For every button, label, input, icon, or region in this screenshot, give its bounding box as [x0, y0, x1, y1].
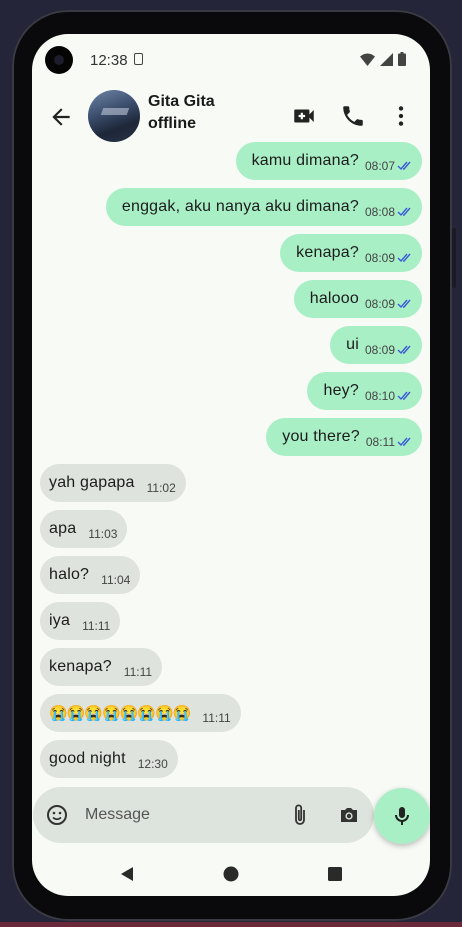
message-text: ui — [346, 336, 359, 353]
message-text: hey? — [323, 382, 359, 399]
status-time: 12:38 — [90, 52, 128, 69]
battery-icon — [398, 52, 406, 66]
read-tick-icon — [397, 345, 411, 355]
message-time: 11:11 — [82, 619, 111, 633]
front-camera — [45, 46, 73, 74]
message-text: apa — [49, 520, 77, 537]
nav-home-icon[interactable] — [223, 866, 239, 882]
message-text: halooo — [309, 290, 359, 307]
status-bar: 12:38 — [32, 34, 430, 86]
read-tick-icon — [397, 391, 411, 401]
read-tick-icon — [397, 161, 411, 171]
message-text: kenapa? — [49, 658, 112, 675]
message-composer[interactable]: Message — [33, 787, 374, 843]
message-time: 08:09 — [364, 297, 395, 311]
screen: 12:38 Gita Gita offline kamu dimana? 08:… — [32, 34, 430, 896]
nav-recents-icon[interactable] — [327, 866, 343, 882]
message-bubble-incoming[interactable]: good night 12:30 — [40, 740, 178, 778]
message-text: good night — [49, 750, 126, 767]
message-time: 11:03 — [88, 527, 118, 541]
message-bubble-incoming[interactable]: halo? 11:04 — [40, 556, 141, 594]
nav-back-icon[interactable] — [119, 866, 135, 882]
message-time: 08:10 — [364, 389, 395, 403]
message-time: 08:07 — [364, 159, 395, 173]
avatar[interactable] — [88, 90, 140, 142]
message-text: iya — [49, 612, 71, 629]
message-text: kenapa? — [296, 244, 359, 261]
message-bubble-incoming[interactable]: apa 11:03 — [40, 510, 128, 548]
chat-header: Gita Gita offline — [32, 88, 430, 146]
phone-icon[interactable] — [340, 103, 366, 129]
bottom-strip — [0, 922, 462, 927]
message-bubble-outgoing[interactable]: kenapa? 08:09 — [280, 234, 422, 272]
wifi-icon — [360, 53, 375, 66]
message-bubble-outgoing[interactable]: kamu dimana? 08:07 — [235, 142, 422, 180]
message-input[interactable]: Message — [85, 806, 150, 824]
camera-icon[interactable] — [337, 803, 361, 827]
message-text: you there? — [282, 428, 360, 445]
message-bubble-incoming[interactable]: iya 11:11 — [40, 602, 121, 640]
message-time: 11:11 — [123, 665, 153, 679]
message-time: 11:11 — [202, 711, 231, 725]
navigation-bar — [32, 854, 430, 896]
message-text: kamu dimana? — [251, 152, 359, 169]
message-bubble-outgoing[interactable]: halooo 08:09 — [293, 280, 422, 318]
message-time: 08:09 — [364, 251, 395, 265]
message-time: 08:11 — [365, 435, 395, 449]
message-time: 12:30 — [137, 757, 168, 771]
message-bubble-outgoing[interactable]: you there? 08:11 — [266, 418, 422, 456]
emoji-icon[interactable] — [45, 803, 69, 827]
message-text: 😭😭😭😭😭😭😭😭 — [49, 705, 191, 722]
sim-icon — [134, 53, 143, 65]
message-bubble-outgoing[interactable]: enggak, aku nanya aku dimana? 08:08 — [105, 188, 422, 226]
mic-button[interactable] — [374, 788, 430, 844]
more-vert-icon[interactable] — [388, 103, 414, 129]
message-bubble-outgoing[interactable]: hey? 08:10 — [307, 372, 422, 410]
message-bubble-outgoing[interactable]: ui 08:09 — [330, 326, 422, 364]
message-time: 08:09 — [364, 343, 395, 357]
read-tick-icon — [397, 253, 411, 263]
message-bubble-incoming[interactable]: 😭😭😭😭😭😭😭😭 11:11 — [40, 694, 241, 732]
message-text: enggak, aku nanya aku dimana? — [121, 198, 359, 215]
read-tick-icon — [397, 437, 411, 447]
message-bubble-incoming[interactable]: yah gapapa 11:02 — [40, 464, 186, 502]
contact-name[interactable]: Gita Gita — [148, 93, 215, 111]
read-tick-icon — [397, 207, 411, 217]
message-bubble-incoming[interactable]: kenapa? 11:11 — [40, 648, 163, 686]
back-arrow-icon[interactable] — [48, 104, 74, 130]
read-tick-icon — [397, 299, 411, 309]
message-text: halo? — [49, 566, 90, 583]
side-button — [452, 228, 456, 288]
mic-icon — [395, 807, 409, 825]
attach-icon[interactable] — [289, 803, 311, 827]
contact-status: offline — [148, 115, 196, 132]
signal-icon — [380, 52, 393, 66]
message-time: 11:04 — [101, 573, 131, 587]
video-call-icon[interactable] — [291, 103, 317, 129]
message-text: yah gapapa — [49, 474, 135, 491]
message-time: 08:08 — [364, 205, 395, 219]
message-time: 11:02 — [146, 481, 176, 495]
